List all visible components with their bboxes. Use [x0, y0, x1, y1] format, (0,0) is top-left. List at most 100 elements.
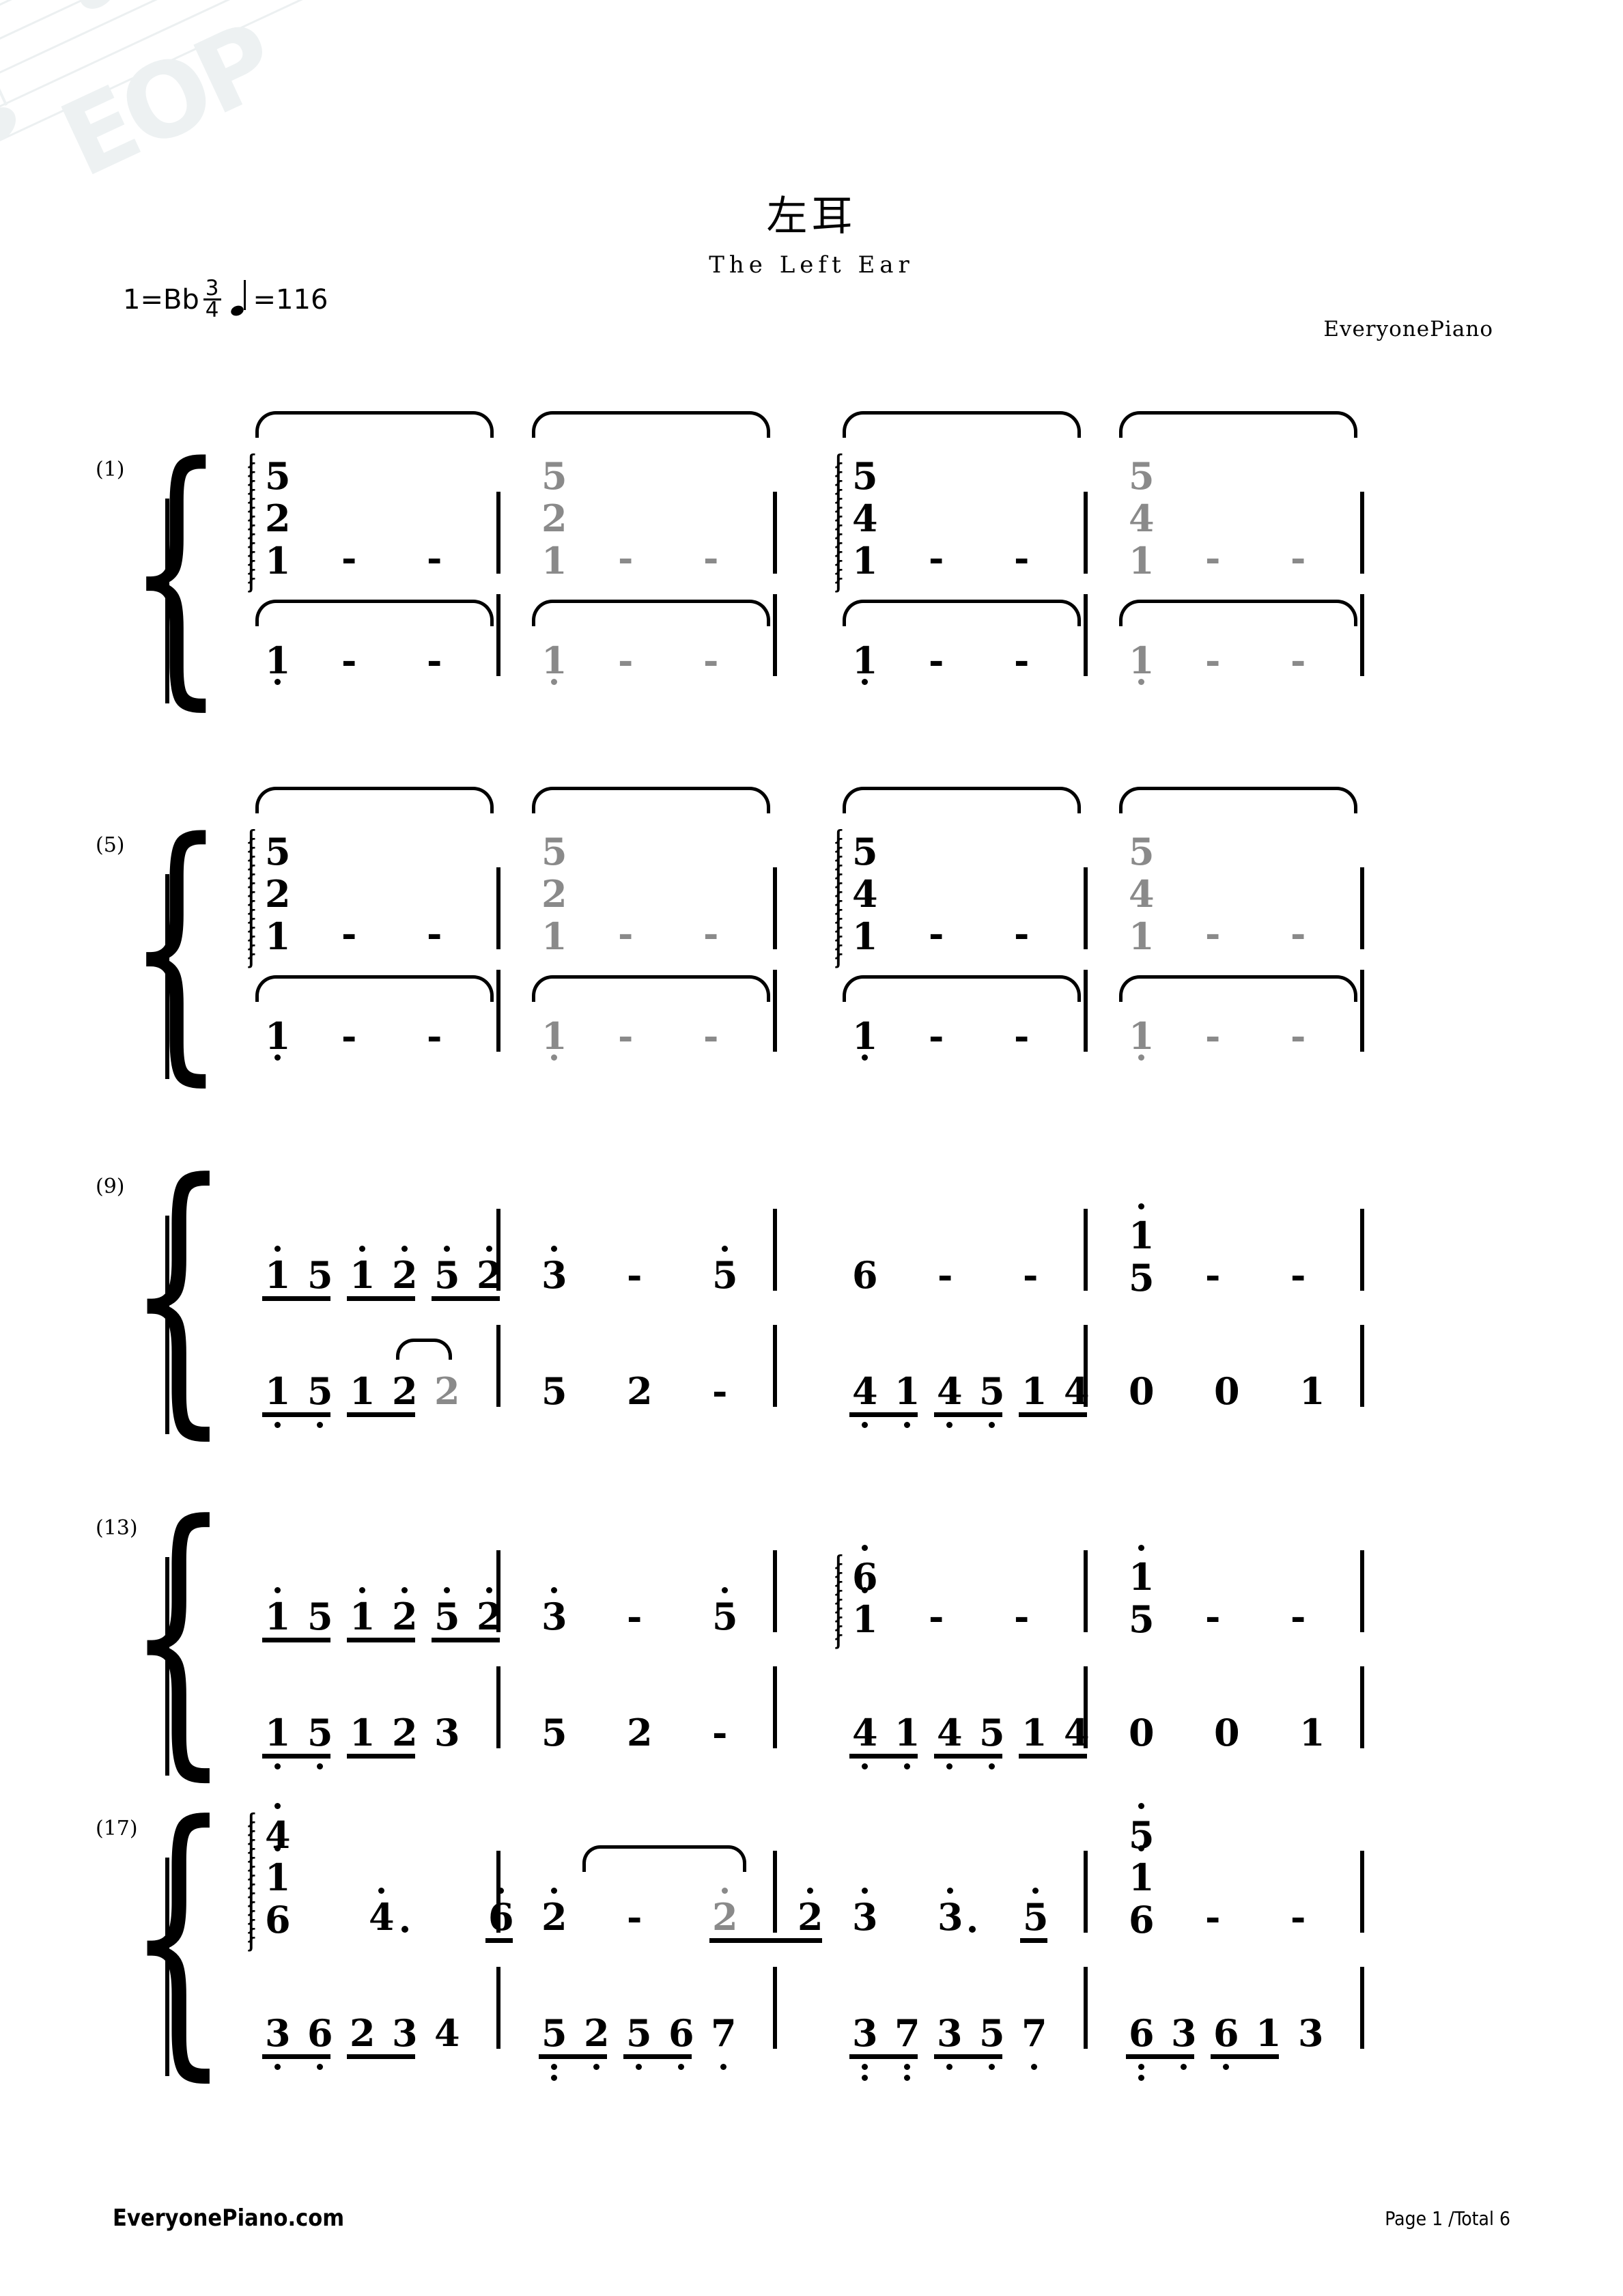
octave-dot [989, 1763, 995, 1769]
duration-dash: - [1205, 1014, 1221, 1058]
composer-credit: EveryonePiano [1323, 317, 1493, 341]
final-barline [1360, 1666, 1364, 1748]
beam [1019, 1412, 1087, 1417]
note: 2 [627, 1369, 653, 1413]
beam [432, 1296, 500, 1301]
note: 2 [392, 1253, 418, 1297]
note: 5 [434, 1595, 460, 1638]
beam [849, 1412, 918, 1417]
tie-bracket [1119, 600, 1357, 626]
note: 5 [541, 2011, 567, 2055]
duration-dash: - [929, 639, 944, 682]
duration-dash: - [929, 912, 944, 955]
note: 2 [627, 1711, 653, 1754]
chord-note: 1 [852, 539, 878, 583]
note: 1 [1299, 1711, 1325, 1754]
note: 0 [1129, 1369, 1155, 1413]
beam [262, 1296, 330, 1301]
duration-dash: - [341, 1014, 357, 1058]
chord-note: 1 [1129, 539, 1155, 583]
tie-bracket [532, 787, 770, 813]
tie-bracket [1119, 411, 1357, 438]
duration-dash: - [1290, 1895, 1306, 1939]
beam [262, 1412, 330, 1417]
duration-dash: - [703, 639, 719, 682]
octave-dot [904, 1422, 910, 1428]
note: 5 [307, 1369, 333, 1413]
duration-dash: - [712, 1711, 728, 1754]
note: 1 [265, 639, 291, 682]
chord-note: 6 [1129, 1898, 1155, 1942]
beam [347, 1412, 415, 1417]
duration-dash: - [1023, 1253, 1039, 1297]
note: 5 [1023, 1895, 1049, 1939]
octave-dot [317, 2064, 323, 2070]
measure-number-label: (9) [96, 1175, 125, 1199]
note: 4 [1064, 1711, 1090, 1754]
duration-dash: - [929, 1014, 944, 1058]
duration-dash: - [427, 912, 442, 955]
octave-dot [862, 2075, 868, 2081]
octave-dot [1138, 2075, 1144, 2081]
chord-note: 5 [1129, 1256, 1155, 1300]
note: 4 [369, 1895, 395, 1939]
note: 1 [350, 1369, 376, 1413]
beam [347, 2054, 415, 2059]
octave-dot [1181, 2064, 1187, 2070]
beam [1020, 1938, 1047, 1943]
duration-dash: - [427, 1014, 442, 1058]
note: 3 [1298, 2011, 1324, 2055]
octave-dot [1223, 2064, 1229, 2070]
note: 1 [1299, 1369, 1325, 1413]
duration-dot [969, 1926, 976, 1933]
chord-note: 1 [541, 914, 567, 958]
chord-note: 5 [1129, 1597, 1155, 1641]
duration-dash: - [1205, 912, 1221, 955]
tie-bracket [843, 787, 1081, 813]
chord-note: 1 [852, 914, 878, 958]
note: 5 [979, 1369, 1005, 1413]
watermark-text: EOP [44, 1, 290, 201]
note: 5 [541, 1369, 567, 1413]
octave-dot [678, 2064, 684, 2070]
chord-note: 1 [265, 914, 291, 958]
note: 1 [541, 639, 567, 682]
note: 1 [350, 1595, 376, 1638]
tie-bracket [1119, 975, 1357, 1002]
note: 5 [712, 1253, 738, 1297]
note: 6 [307, 2011, 333, 2055]
note: 5 [979, 2011, 1005, 2055]
note: 4 [1064, 1369, 1090, 1413]
duration-dash: - [703, 1014, 719, 1058]
beam [849, 2054, 918, 2059]
octave-dot [946, 1763, 952, 1769]
duration-dash: - [1205, 639, 1221, 682]
staff-lower: 1512252-414514001 [171, 1175, 1516, 1428]
note: 5 [307, 1253, 333, 1297]
octave-dot [1138, 1054, 1144, 1061]
duration-dash: - [1290, 1253, 1306, 1297]
duration-dot [401, 1926, 408, 1933]
quarter-note-icon [229, 279, 249, 318]
duration-dash: - [1205, 1895, 1221, 1939]
chord-note: 1 [852, 1597, 878, 1641]
key-signature-label: 1=Bb [123, 283, 199, 316]
note: 6 [1129, 2011, 1155, 2055]
note: 4 [937, 1369, 963, 1413]
note: 3 [434, 1711, 460, 1754]
octave-dot [1138, 2064, 1144, 2070]
note: 7 [711, 2011, 737, 2055]
octave-dot [862, 2064, 868, 2070]
note: 6 [668, 2011, 694, 2055]
note: 1 [350, 1711, 376, 1754]
barline [496, 1666, 500, 1748]
measure-number-label: (5) [96, 833, 125, 857]
octave-dot [274, 2064, 281, 2070]
octave-dot [1138, 679, 1144, 685]
octave-dot [904, 2075, 910, 2081]
octave-dot [946, 1422, 952, 1428]
octave-dot [1031, 2064, 1037, 2070]
beam [934, 1412, 1002, 1417]
note: 2 [477, 1595, 503, 1638]
note: 0 [1214, 1369, 1240, 1413]
